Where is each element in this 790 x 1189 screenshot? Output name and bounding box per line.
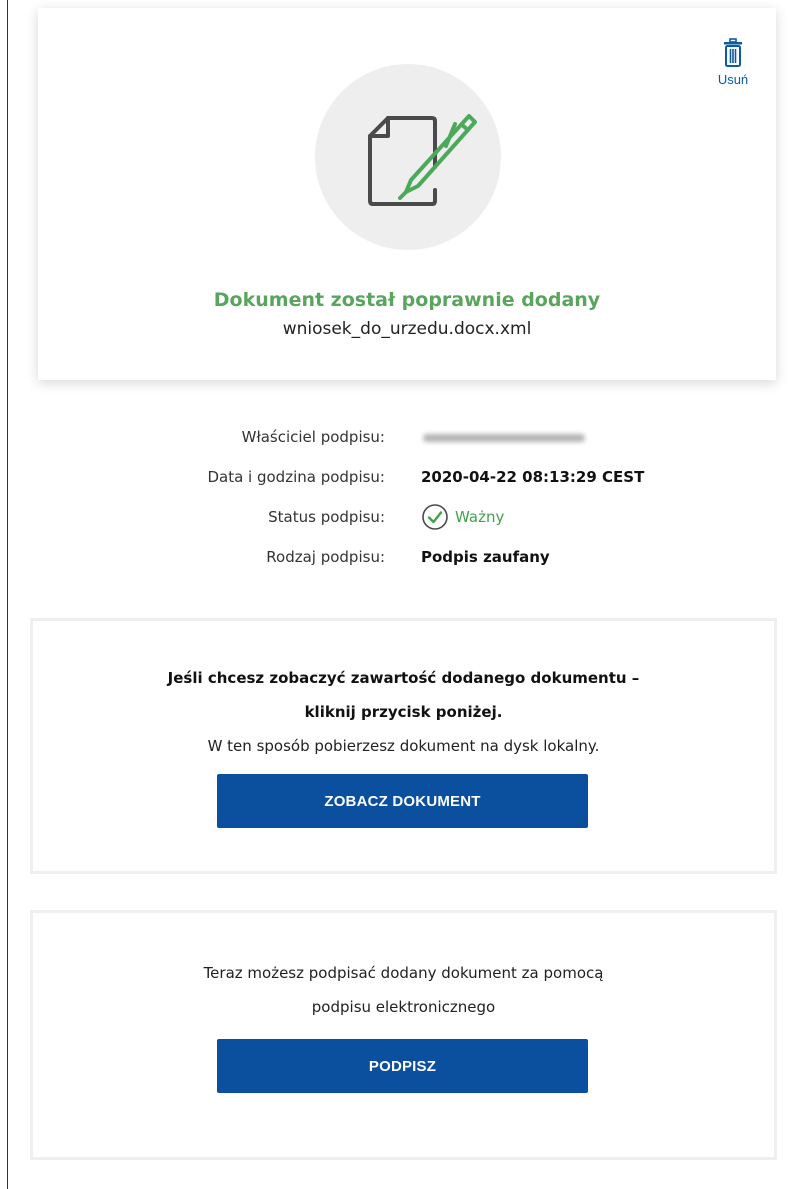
document-pen-icon [368,114,477,206]
signature-type-label: Rodzaj podpisu: [266,548,385,566]
signature-status-value: Ważny [421,503,504,531]
signature-type-value: Podpis zaufany [421,548,550,566]
sign-button[interactable]: PODPISZ [217,1039,588,1093]
upload-result-card: Usuń Dokument został poprawnie dodany wn… [38,8,776,380]
check-circle-icon [422,504,448,530]
signature-datetime-value: 2020-04-22 08:13:29 CEST [421,468,645,486]
view-panel-heading-line1: Jeśli chcesz zobaczyć zawartość dodanego… [167,669,640,687]
page-left-border [7,0,8,1189]
signature-datetime-row: Data i godzina podpisu: 2020-04-22 08:13… [0,468,790,508]
sign-document-panel: Teraz możesz podpisać dodany dokument za… [30,910,777,1160]
upload-success-title: Dokument został poprawnie dodany [213,289,601,311]
view-document-button[interactable]: ZOBACZ DOKUMENT [217,774,588,828]
view-panel-heading-line2: kliknij przycisk poniżej. [304,703,503,721]
trash-icon [724,38,742,67]
signature-datetime-label: Data i godzina podpisu: [207,468,385,486]
view-document-panel: Jeśli chcesz zobaczyć zawartość dodanego… [30,618,777,874]
signature-status-text: Ważny [455,508,505,526]
redacted-owner-value [423,434,585,442]
signature-owner-label: Właściciel podpisu: [241,428,385,446]
uploaded-file-name: wniosek_do_urzedu.docx.xml [282,319,532,339]
sign-panel-line1: Teraz możesz podpisać dodany dokument za… [203,964,604,982]
signature-details: Właściciel podpisu: Data i godzina podpi… [0,428,790,588]
view-panel-text: Jeśli chcesz zobaczyć zawartość dodanego… [33,621,774,763]
signature-status-label: Status podpisu: [268,508,385,526]
delete-document-button[interactable]: Usuń [708,38,758,87]
signature-owner-row: Właściciel podpisu: [0,428,790,468]
sign-panel-line2: podpisu elektronicznego [311,998,496,1016]
signature-type-row: Rodzaj podpisu: Podpis zaufany [0,548,790,588]
document-illustration [315,64,501,250]
signature-status-row: Status podpisu: Ważny [0,504,790,548]
sign-panel-text: Teraz możesz podpisać dodany dokument za… [33,913,774,1024]
view-panel-description: W ten sposób pobierzesz dokument na dysk… [207,737,600,755]
delete-label[interactable]: Usuń [708,72,758,87]
